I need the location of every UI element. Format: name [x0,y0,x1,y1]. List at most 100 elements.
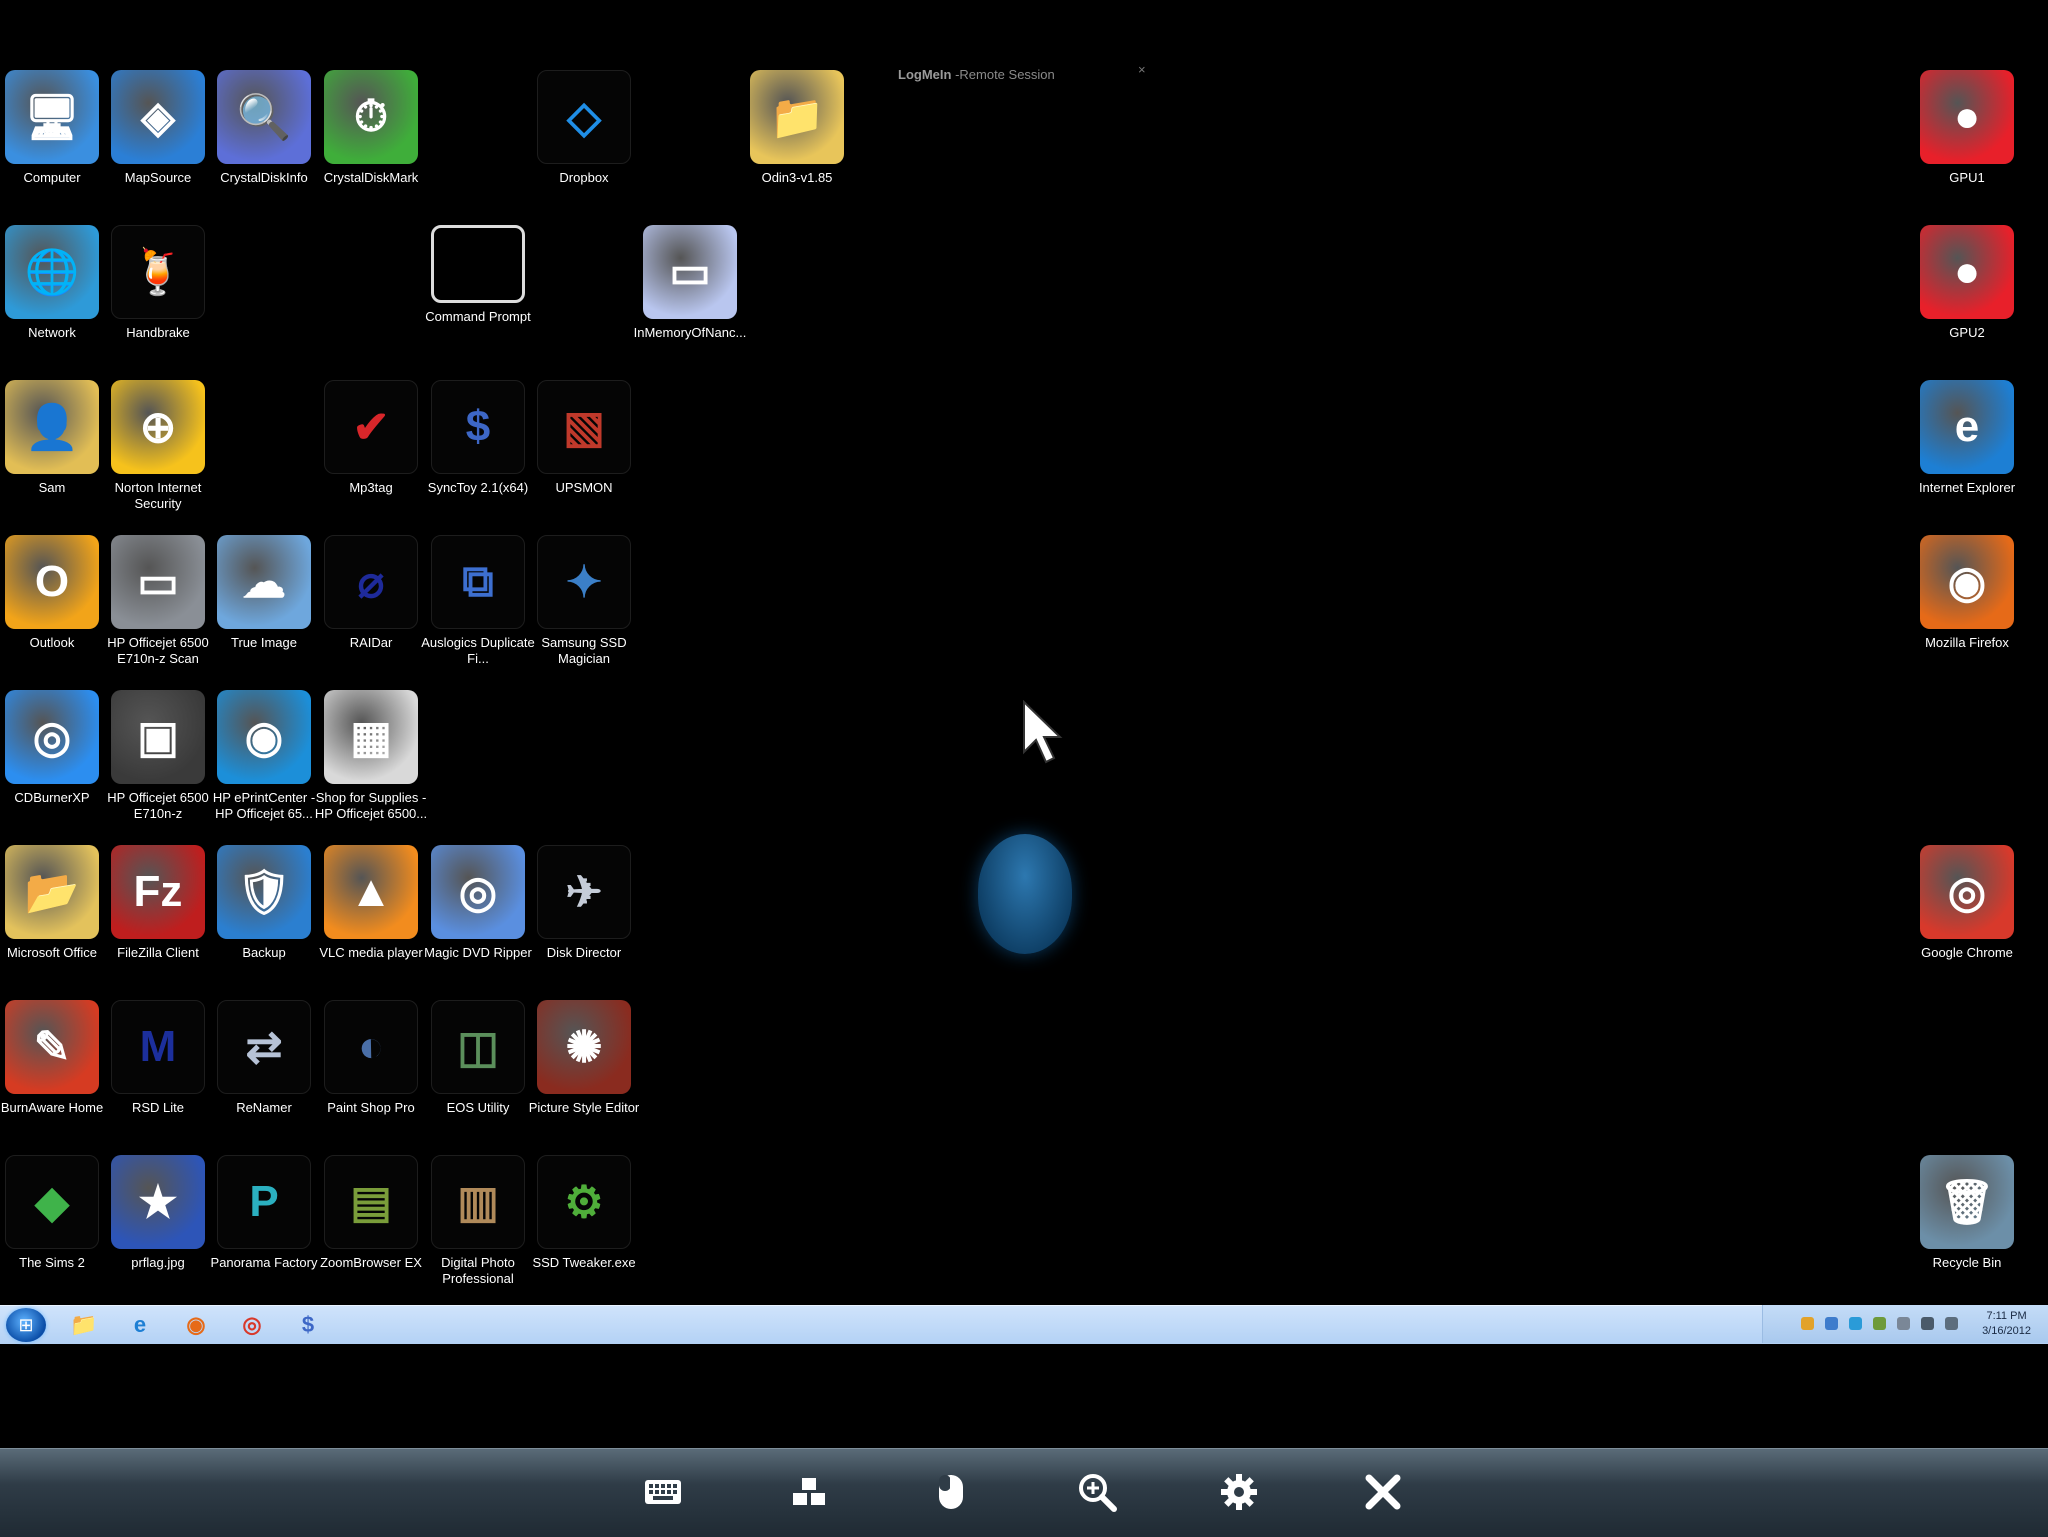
settings-button[interactable] [1214,1469,1264,1519]
desktop-icon-backup[interactable]: 🛡 Backup [211,845,317,961]
tray-volume-icon[interactable] [1897,1317,1910,1330]
desktop-icon-label: Mp3tag [349,480,393,495]
desktop-icon-msoffice[interactable]: 📂 Microsoft Office [0,845,105,961]
chrome-icon: ◎ [1920,845,2014,939]
internet-explorer-icon: e [1920,380,2014,474]
gear-icon [1219,1472,1259,1517]
computer-icon: 🖥 [5,70,99,164]
desktop-icon-synctoy[interactable]: $ SyncToy 2.1(x64) [425,380,531,496]
desktop-icon-hpofficejet[interactable]: ▣ HP Officejet 6500 E710n-z [105,690,211,822]
desktop-icon-mp3tag[interactable]: ✔ Mp3tag [318,380,424,496]
desktop-icon-sam[interactable]: 👤 Sam [0,380,105,496]
firefox-taskbar-button[interactable]: ◉ [174,1309,218,1341]
desktop-icon-dropbox[interactable]: ◇ Dropbox [531,70,637,186]
mouse-button[interactable] [926,1469,976,1519]
desktop-icon-odin[interactable]: 📁 Odin3-v1.85 [744,70,850,186]
video-file-icon: ▭ [643,225,737,319]
desktop-icon-samsungssd[interactable]: ✦ Samsung SSD Magician [531,535,637,667]
screens-button[interactable] [784,1469,834,1519]
filezilla-icon: Fz [111,845,205,939]
desktop-icon-burnaware[interactable]: ✎ BurnAware Home [0,1000,105,1116]
explorer-taskbar-button[interactable]: 📁 [62,1309,106,1341]
desktop-icon-eprint[interactable]: ◉ HP ePrintCenter - HP Officejet 65... [211,690,317,822]
desktop-icon-dpp[interactable]: ▥ Digital Photo Professional [425,1155,531,1287]
desktop-icon-auslogics[interactable]: ⧉ Auslogics Duplicate Fi... [421,535,535,667]
desktop-icon-mapsource[interactable]: ◈ MapSource [105,70,211,186]
desktop-icon-ssdtweaker[interactable]: ⚙ SSD Tweaker.exe [531,1155,637,1271]
desktop-icon-upsmon[interactable]: ▧ UPSMON [531,380,637,496]
session-close-button[interactable]: × [1138,62,1146,77]
desktop-icon-gpu1[interactable]: ● GPU1 [1914,70,2020,186]
desktop-icon-vlc[interactable]: ▲ VLC media player [318,845,424,961]
cd-burner-icon: ◎ [5,690,99,784]
internet-explorer-icon: e [133,1312,147,1337]
desktop-icon-label: Microsoft Office [6,945,98,960]
desktop-icon-magicdvd[interactable]: ◎ Magic DVD Ripper [424,845,532,961]
remote-session-toolbar [0,1448,2048,1537]
tray-flag-icon[interactable] [1945,1317,1958,1330]
desktop-icon-outlook[interactable]: O Outlook [0,535,105,651]
desktop-icon-ie[interactable]: e Internet Explorer [1914,380,2020,496]
desktop-icon-hpscan[interactable]: ▭ HP Officejet 6500 E710n-z Scan [105,535,211,667]
close-session-button[interactable] [1358,1469,1408,1519]
desktop-icon-crystaldiskinfo[interactable]: 🔍 CrystalDiskInfo [211,70,317,186]
panorama-icon: P [217,1155,311,1249]
desktop-icon-diskdirector[interactable]: ✈ Disk Director [531,845,637,961]
session-title: LogMeIn -Remote Session [898,67,1055,82]
desktop-icon-prflag[interactable]: ★ prflag.jpg [105,1155,211,1271]
tray-norton-icon[interactable] [1801,1317,1814,1330]
zoom-button[interactable] [1072,1469,1122,1519]
keyboard-button[interactable] [638,1469,688,1519]
desktop-icon-recycle[interactable]: 🗑 Recycle Bin [1914,1155,2020,1271]
desktop-icon-label: Samsung SSD Magician [541,635,627,666]
desktop-icon-sims[interactable]: ◆ The Sims 2 [0,1155,105,1271]
desktop-icon-computer[interactable]: 🖥 Computer [0,70,105,186]
tray-logmein-icon[interactable] [1849,1317,1862,1330]
desktop-icon-norton[interactable]: ⊕ Norton Internet Security [105,380,211,512]
system-tray: 7:11 PM 3/16/2012 [1762,1305,2048,1343]
tray-network-icon[interactable] [1825,1317,1838,1330]
desktop-icon-handbrake[interactable]: 🍹 Handbrake [105,225,211,341]
desktop-icon-trueimage[interactable]: ☁ True Image [211,535,317,651]
desktop-icon-eos[interactable]: ◫ EOS Utility [425,1000,531,1116]
desktop-icon-supplies[interactable]: ▦ Shop for Supplies - HP Officejet 6500..… [315,690,427,822]
desktop-icon-label: EOS Utility [446,1100,510,1115]
command-prompt-icon [431,225,525,303]
desktop-icon-network[interactable]: 🌐 Network [0,225,105,341]
tray-nvidia-icon[interactable] [1873,1317,1886,1330]
desktop-icon-label: prflag.jpg [131,1255,185,1270]
tray-display-icon[interactable] [1921,1317,1934,1330]
ie-taskbar-button[interactable]: e [118,1309,162,1341]
clock-time: 7:11 PM [1986,1310,2027,1322]
desktop-icon-gpu2[interactable]: ● GPU2 [1914,225,2020,341]
desktop-icon-crystaldiskmark[interactable]: ⏱ CrystalDiskMark [318,70,424,186]
norton-globe-icon: ⊕ [111,380,205,474]
desktop-icon-cmd[interactable]: Command Prompt [425,225,531,325]
folder-icon: 📁 [750,70,844,164]
desktop-icon-firefox[interactable]: ◉ Mozilla Firefox [1914,535,2020,651]
chrome-taskbar-button[interactable]: ◎ [230,1309,274,1341]
desktop-icon-chrome[interactable]: ◎ Google Chrome [1914,845,2020,961]
desktop-icon-raidar[interactable]: ⌀ RAIDar [318,535,424,651]
start-button[interactable]: ⊞ [6,1308,46,1342]
desktop-icon-filezilla[interactable]: Fz FileZilla Client [105,845,211,961]
desktop-icon-psp[interactable]: ◐ Paint Shop Pro [318,1000,424,1116]
backup-shield-icon: 🛡 [217,845,311,939]
desktop-icon-renamer[interactable]: ⇄ ReNamer [211,1000,317,1116]
desktop-icon-label: FileZilla Client [117,945,199,960]
desktop-icon-label: GPU2 [1949,325,1985,340]
desktop-icon-label: MapSource [124,170,192,185]
clock-date: 3/16/2012 [1982,1325,2031,1337]
desktop-icon-pse[interactable]: ✺ Picture Style Editor [529,1000,639,1116]
desktop-icon-zoombrowser[interactable]: ▤ ZoomBrowser EX [318,1155,424,1271]
desktop-icon-inmemory[interactable]: ▭ InMemoryOfNanc... [634,225,746,341]
synctoy-taskbar-button[interactable]: $ [286,1309,330,1341]
mouse-mode-widget[interactable] [978,834,1072,954]
scanner-icon: ▭ [111,535,205,629]
handbrake-icon: 🍹 [111,225,205,319]
desktop-icon-rsd[interactable]: M RSD Lite [105,1000,211,1116]
desktop-icon-panorama[interactable]: P Panorama Factory [211,1155,317,1271]
desktop-icon-cdburner[interactable]: ◎ CDBurnerXP [0,690,105,806]
printer-icon: ▣ [111,690,205,784]
clock[interactable]: 7:11 PM 3/16/2012 [1982,1309,2031,1339]
